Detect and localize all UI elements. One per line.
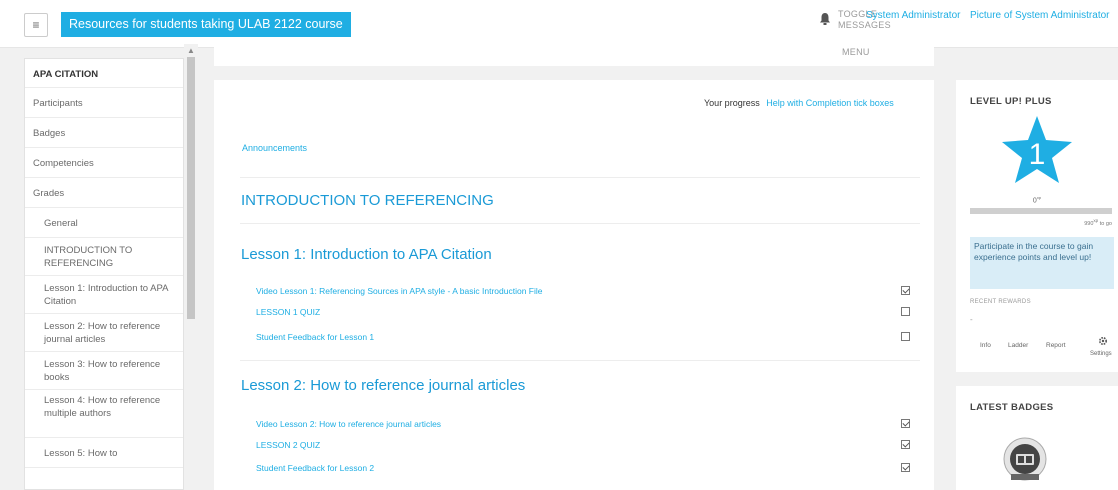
completion-help-link[interactable]: Help with Completion tick boxes [766,98,894,108]
drawer-item-general[interactable]: General [25,208,183,238]
completion-checkbox[interactable] [901,286,910,295]
activity-feedback-lesson-1[interactable]: Student Feedback for Lesson 1 [256,332,374,342]
section-heading-lesson-2[interactable]: Lesson 2: How to reference journal artic… [241,377,525,394]
drawer-item-introduction[interactable]: INTRODUCTION TO REFERENCING [25,238,183,276]
xp-to-next-level: 990xp to go [1084,218,1112,227]
progress-label: Your progress [704,98,760,108]
drawer-item-lesson-1[interactable]: Lesson 1: Introduction to APA Citation [25,276,183,314]
scroll-thumb[interactable] [187,57,195,319]
divider [240,223,920,224]
scroll-up-arrow-icon[interactable]: ▲ [187,46,195,55]
divider [240,177,920,178]
divider [240,360,920,361]
activity-video-lesson-2[interactable]: Video Lesson 2: How to reference journal… [256,419,441,429]
drawer-item-participants[interactable]: Participants [25,88,183,118]
drawer-item-competencies[interactable]: Competencies [25,148,183,178]
xp-next-amount: 990 [1084,220,1094,227]
top-navbar: ≡ Resources for students taking ULAB 212… [0,0,1118,48]
user-picture-link[interactable]: Picture of System Administrator [970,10,1110,21]
drawer-item-grades[interactable]: Grades [25,178,183,208]
drawer-item-lesson-2[interactable]: Lesson 2: How to reference journal artic… [25,314,183,352]
latest-badges-block: LATEST BADGES [956,386,1118,490]
nav-report-link[interactable]: Report [1046,342,1066,349]
drawer-item-apa-citation[interactable]: APA CITATION [25,59,183,88]
recent-rewards-value: - [970,315,973,324]
completion-checkbox[interactable] [901,463,910,472]
user-name-link[interactable]: System Administrator [866,10,960,21]
completion-checkbox[interactable] [901,332,910,341]
course-title-button[interactable]: Resources for students taking ULAB 2122 … [61,12,351,37]
nav-info-link[interactable]: Info [980,342,991,349]
completion-checkbox[interactable] [901,307,910,316]
activity-lesson-2-quiz[interactable]: LESSON 2 QUIZ [256,440,320,450]
notification-bell-icon[interactable] [818,12,832,26]
completion-checkbox[interactable] [901,419,910,428]
course-content: Your progress Help with Completion tick … [214,80,934,490]
drawer-item-lesson-5[interactable]: Lesson 5: How to [25,438,183,468]
section-heading-lesson-1[interactable]: Lesson 1: Introduction to APA Citation [241,246,492,263]
level-number: 1 [1028,138,1046,171]
completion-checkbox[interactable] [901,440,910,449]
drawer-scrollbar[interactable]: ▲ [184,44,198,490]
activity-feedback-lesson-2[interactable]: Student Feedback for Lesson 2 [256,463,374,473]
section-heading-introduction[interactable]: INTRODUCTION TO REFERENCING [241,192,494,209]
page-header-card [214,44,934,66]
progress-row: Your progress Help with Completion tick … [704,98,894,108]
drawer-item-lesson-4[interactable]: Lesson 4: How to reference multiple auth… [25,390,183,438]
gear-icon[interactable] [1098,336,1108,346]
recent-rewards-label: RECENT REWARDS [970,299,1031,305]
announcements-link[interactable]: Announcements [242,143,307,153]
messages-label[interactable]: MESSAGES [838,20,891,31]
xp-value: 0xp [1032,195,1042,205]
level-up-title: LEVEL UP! PLUS [970,96,1052,107]
menu-label[interactable]: MENU [842,47,870,57]
activity-video-lesson-1[interactable]: Video Lesson 1: Referencing Sources in A… [256,286,543,296]
nav-ladder-link[interactable]: Ladder [1008,342,1028,349]
hamburger-icon[interactable]: ≡ [24,13,48,37]
latest-badges-title: LATEST BADGES [970,402,1054,413]
level-up-block: LEVEL UP! PLUS 1 0xp 990xp to go Partici… [956,80,1118,372]
nav-settings-link[interactable]: Settings [1090,351,1112,357]
activity-lesson-1-quiz[interactable]: LESSON 1 QUIZ [256,307,320,317]
level-up-info-message: Participate in the course to gain experi… [970,237,1114,289]
course-navigation-drawer: APA CITATION Participants Badges Compete… [24,58,184,490]
drawer-item-lesson-3[interactable]: Lesson 3: How to reference books [25,352,183,390]
drawer-item-badges[interactable]: Badges [25,118,183,148]
badge-icon[interactable] [1002,436,1048,486]
xp-progress-bar [970,208,1112,214]
